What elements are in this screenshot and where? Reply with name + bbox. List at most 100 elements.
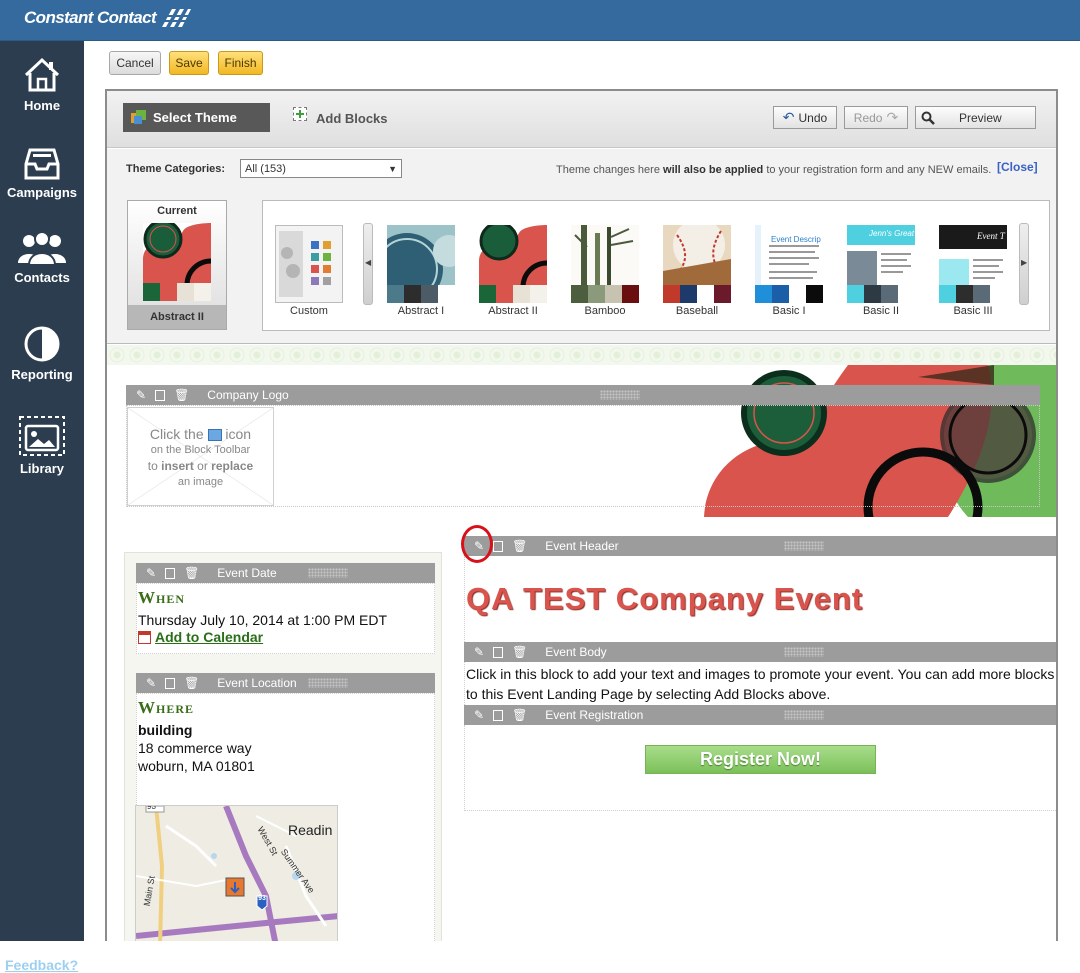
theme-name: Abstract I: [397, 305, 445, 317]
event-body-toolbar: ✎ 🗑 Event Body: [464, 642, 1056, 662]
trash-icon[interactable]: 🗑: [512, 645, 527, 659]
pencil-icon[interactable]: ✎: [474, 708, 484, 722]
trash-icon[interactable]: 🗑: [512, 708, 527, 722]
select-theme-tab[interactable]: Select Theme: [123, 103, 270, 132]
current-theme-thumbnail: [143, 223, 211, 301]
drag-handle[interactable]: [600, 390, 640, 400]
theme-thumb-basic-2[interactable]: Jenn's Great Basic II: [847, 225, 915, 317]
sidebar-item-home[interactable]: Home: [0, 55, 84, 113]
block-title: Event Date: [217, 566, 277, 580]
theme-note-pre: Theme changes here: [556, 164, 664, 176]
copy-icon[interactable]: [493, 709, 504, 721]
theme-thumb-bamboo[interactable]: Bamboo: [571, 225, 639, 317]
theme-carousel: ◀ ▶ Custom Abstract I Abstract II Bamboo…: [262, 200, 1050, 331]
basic1-thumb-text: Event Descrip: [771, 235, 821, 244]
finish-button[interactable]: Finish: [218, 51, 263, 75]
pencil-icon[interactable]: ✎: [146, 676, 156, 690]
brand-mark-icon: [162, 9, 191, 27]
add-to-calendar-link[interactable]: Add to Calendar: [155, 629, 263, 645]
theme-thumb-baseball[interactable]: Baseball: [663, 225, 731, 317]
chevron-left-icon: ◀: [365, 258, 372, 267]
when-heading: When: [138, 588, 186, 607]
theme-thumb-basic-1[interactable]: Event Descrip Basic I: [755, 225, 823, 317]
redo-label: Redo: [853, 110, 883, 125]
basic3-thumb-text: Event T: [977, 231, 1005, 241]
select-theme-label: Select Theme: [153, 110, 237, 125]
cancel-button[interactable]: Cancel: [109, 51, 161, 75]
pencil-icon[interactable]: ✎: [136, 388, 146, 402]
carousel-next-button[interactable]: ▶: [1019, 223, 1029, 305]
theme-name: Baseball: [675, 305, 719, 317]
copy-icon[interactable]: [155, 389, 166, 401]
current-theme: Current Abstract II: [127, 200, 227, 330]
sidebar-item-reporting[interactable]: Reporting: [0, 322, 84, 382]
copy-icon[interactable]: [165, 567, 176, 579]
theme-thumb-abstract-1[interactable]: Abstract I: [387, 225, 455, 317]
trash-icon[interactable]: 🗑: [174, 388, 189, 402]
basic2-thumb-text: Jenn's Great: [869, 229, 915, 238]
save-button[interactable]: Save: [169, 51, 209, 75]
custom-theme-thumbnail: [275, 225, 343, 303]
venue-street: 18 commerce way: [138, 740, 252, 756]
inbox-icon: [24, 148, 60, 180]
feedback-link[interactable]: Feedback?: [5, 957, 78, 973]
add-block-icon: [293, 107, 309, 123]
drag-handle[interactable]: [308, 678, 348, 688]
event-header-block[interactable]: QA TEST Company Event: [464, 556, 1056, 642]
close-link[interactable]: [Close]: [997, 160, 1038, 174]
brand-logo[interactable]: Constant Contact: [24, 8, 157, 28]
logo-placeholder[interactable]: Click the icon on the Block Toolbar to i…: [127, 407, 274, 506]
theme-panel: Theme Categories: All (153) ▼ Theme chan…: [107, 149, 1056, 344]
editor-frame: Select Theme Add Blocks ↶ Undo Redo ↷ Pr…: [105, 89, 1058, 941]
theme-thumb-abstract-2[interactable]: Abstract II: [479, 225, 547, 317]
theme-thumb-basic-3[interactable]: Event T Basic III: [939, 225, 1007, 317]
undo-button[interactable]: ↶ Undo: [773, 106, 837, 129]
event-body-text: Click in this block to add your text and…: [466, 666, 1055, 702]
preview-button[interactable]: Preview: [915, 106, 1036, 129]
people-icon: [18, 231, 66, 266]
event-registration-toolbar: ✎ 🗑 Event Registration: [464, 705, 1056, 725]
theme-name: Basic III: [953, 305, 993, 317]
calendar-icon: [138, 630, 151, 644]
bamboo-theme-thumbnail: [571, 225, 639, 303]
current-theme-label: Current: [157, 205, 197, 217]
theme-categories-select[interactable]: All (153) ▼: [240, 159, 402, 178]
dropdown-arrow-icon: ▼: [388, 163, 397, 174]
trash-icon[interactable]: 🗑: [512, 539, 527, 553]
theme-categories-label: Theme Categories:: [126, 163, 226, 175]
copy-icon[interactable]: [165, 677, 176, 689]
image-icon: [19, 416, 65, 456]
drag-handle[interactable]: [308, 568, 348, 578]
logo-line3-insert: insert: [161, 459, 194, 473]
redo-icon: ↷: [886, 109, 899, 125]
location-map[interactable]: Readin West St Summer Ave Main St 93 93: [135, 805, 338, 941]
copy-icon[interactable]: [493, 540, 504, 552]
event-location-toolbar: ✎ 🗑 Event Location: [136, 673, 435, 693]
trash-icon[interactable]: 🗑: [184, 676, 199, 690]
copy-icon[interactable]: [493, 646, 504, 658]
sidebar-item-campaigns[interactable]: Campaigns: [0, 144, 84, 200]
theme-icon: [131, 110, 147, 125]
trash-icon[interactable]: 🗑: [184, 566, 199, 580]
theme-thumb-custom[interactable]: Custom: [275, 225, 343, 317]
add-blocks-tab[interactable]: Add Blocks: [293, 107, 388, 126]
carousel-prev-button[interactable]: ◀: [363, 223, 373, 305]
event-date-text: Thursday July 10, 2014 at 1:00 PM EDT: [138, 612, 388, 628]
theme-categories-value: All (153): [245, 162, 286, 175]
pencil-icon[interactable]: ✎: [474, 645, 484, 659]
event-date-block[interactable]: When Thursday July 10, 2014 at 1:00 PM E…: [136, 583, 435, 654]
drag-handle[interactable]: [784, 710, 824, 720]
drag-handle[interactable]: [784, 647, 824, 657]
sidebar-item-library[interactable]: Library: [0, 414, 84, 476]
event-date-toolbar: ✎ 🗑 Event Date: [136, 563, 435, 583]
sidebar-item-contacts[interactable]: Contacts: [0, 231, 84, 285]
register-now-button[interactable]: Register Now!: [645, 745, 876, 774]
redo-button[interactable]: Redo ↷: [844, 106, 908, 129]
theme-name: Custom: [290, 305, 328, 317]
theme-note-bold: will also be applied: [663, 164, 764, 176]
pencil-icon[interactable]: ✎: [146, 566, 156, 580]
sidebar-item-label: Contacts: [14, 270, 70, 285]
event-body-block[interactable]: Click in this block to add your text and…: [464, 662, 1056, 705]
add-blocks-label: Add Blocks: [316, 110, 388, 126]
drag-handle[interactable]: [784, 541, 824, 551]
